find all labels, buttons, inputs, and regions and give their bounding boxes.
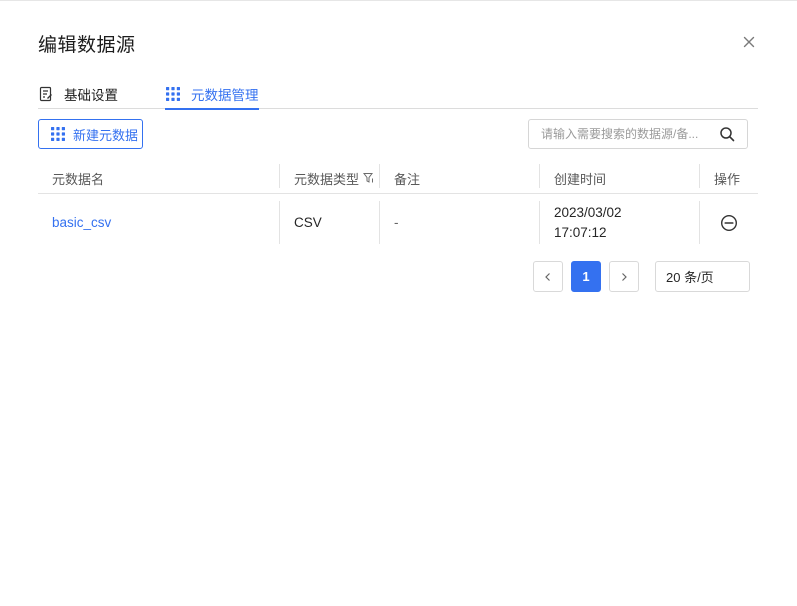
remark-cell: - xyxy=(394,215,399,230)
search-input[interactable] xyxy=(529,120,709,148)
document-edit-icon xyxy=(39,86,52,101)
table-row: basic_csv CSV - 2023/03/02 17:07:12 xyxy=(38,194,758,251)
tab-label: 基础设置 xyxy=(64,87,118,103)
remove-circle-icon[interactable] xyxy=(720,214,738,232)
table-header: 元数据名 元数据类型 备注 创建时间 操作 xyxy=(38,163,758,194)
tab-metadata-management[interactable]: 元数据管理 xyxy=(165,78,259,110)
created-date: 2023/03/02 xyxy=(554,204,622,220)
next-page-button[interactable] xyxy=(609,261,639,292)
column-divider xyxy=(379,201,380,244)
column-header-action: 操作 xyxy=(714,171,741,187)
tab-basic-settings[interactable]: 基础设置 xyxy=(38,78,118,109)
column-header-remark: 备注 xyxy=(394,171,421,187)
column-divider xyxy=(279,201,280,244)
new-metadata-label: 新建元数据 xyxy=(73,127,139,143)
column-header-type: 元数据类型 xyxy=(294,163,375,193)
column-header-name: 元数据名 xyxy=(52,171,105,187)
page-size-select[interactable]: 20 条/页 xyxy=(655,261,750,292)
created-clock: 17:07:12 xyxy=(554,224,607,240)
new-metadata-button[interactable]: 新建元数据 xyxy=(38,119,143,149)
created-time-cell: 2023/03/02 17:07:12 xyxy=(554,194,622,251)
grid-icon xyxy=(51,127,65,141)
column-header-created-time: 创建时间 xyxy=(554,171,607,187)
metadata-name-link[interactable]: basic_csv xyxy=(52,194,111,251)
search-icon[interactable] xyxy=(719,126,735,142)
tab-bar: 基础设置 元数据管理 xyxy=(38,78,758,110)
filter-icon[interactable] xyxy=(363,172,375,184)
grid-icon xyxy=(166,86,180,101)
window-top-border xyxy=(0,0,797,1)
column-divider xyxy=(539,201,540,244)
chevron-left-icon xyxy=(545,272,550,281)
column-header-type-label: 元数据类型 xyxy=(294,171,360,187)
action-cell xyxy=(720,194,738,251)
chevron-right-icon xyxy=(622,272,627,281)
close-icon[interactable] xyxy=(740,33,758,51)
metadata-table: 元数据名 元数据类型 备注 创建时间 操作 basic_csv CSV - 20… xyxy=(38,163,758,251)
column-divider[interactable] xyxy=(539,164,540,188)
metadata-type-cell: CSV xyxy=(294,215,322,230)
column-divider[interactable] xyxy=(379,164,380,188)
column-divider xyxy=(699,201,700,244)
column-divider[interactable] xyxy=(699,164,700,188)
column-divider[interactable] xyxy=(279,164,280,188)
search-box xyxy=(528,119,748,149)
tab-label: 元数据管理 xyxy=(191,87,259,103)
dialog-title: 编辑数据源 xyxy=(38,35,136,56)
prev-page-button[interactable] xyxy=(533,261,563,292)
page-button-current[interactable]: 1 xyxy=(571,261,601,292)
